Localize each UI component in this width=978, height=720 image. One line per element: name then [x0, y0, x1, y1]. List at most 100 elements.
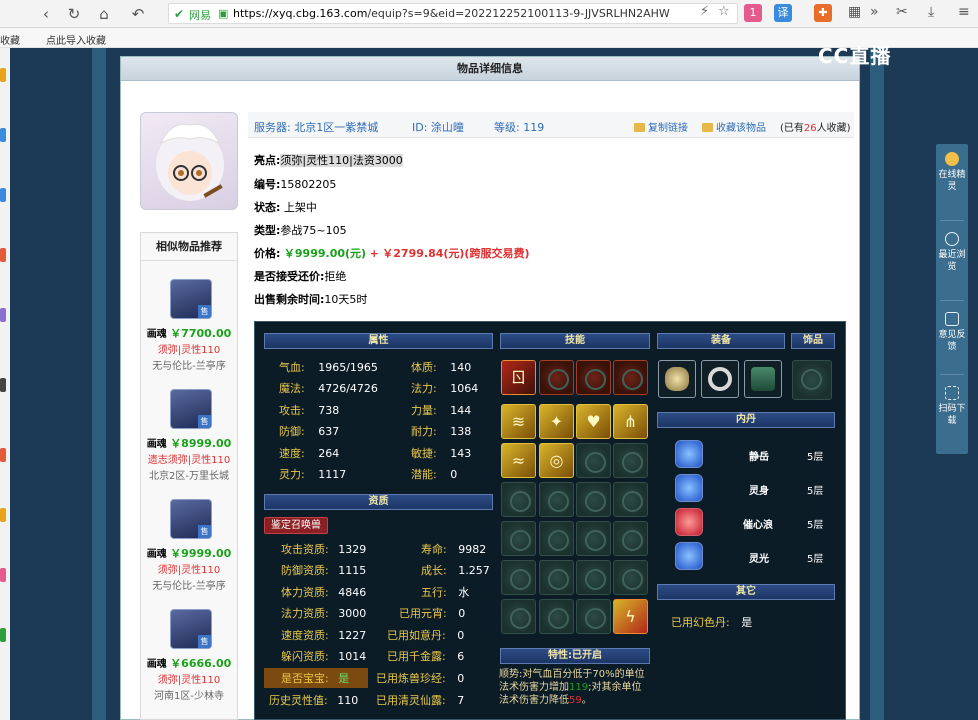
identify-summon-button[interactable]: 鉴定召唤兽: [264, 517, 328, 534]
edit-icon: [945, 312, 959, 326]
price-field: 价格: ￥9999.00(元) + ￥2799.84(元)(跨服交易费): [254, 247, 530, 260]
equipment-ring-slot[interactable]: [701, 360, 739, 398]
empty-skill-slot[interactable]: [501, 599, 536, 634]
skill-slot[interactable]: ✦: [539, 404, 574, 439]
bookmark-import[interactable]: 点此导入收藏: [46, 32, 106, 47]
ornament-slot[interactable]: [792, 360, 832, 400]
download-icon[interactable]: ⤓: [928, 4, 934, 20]
equipment-armor-slot[interactable]: [744, 360, 782, 398]
similar-item-server: 无与伦比-兰亭序: [152, 581, 226, 592]
favorite-count: (已有26人收藏): [780, 123, 851, 134]
aptitude-row: 已用如意丹: 0: [387, 629, 465, 642]
empty-skill-slot[interactable]: [576, 360, 611, 395]
lightning-icon[interactable]: ⚡: [700, 4, 709, 19]
menu-icon[interactable]: ≡: [958, 4, 970, 20]
similar-item-thumb[interactable]: 售: [170, 609, 212, 649]
id-info: ID: 涂山曈: [412, 121, 464, 134]
qr-scan-icon: [945, 386, 959, 400]
inner-core-icon[interactable]: [675, 474, 703, 502]
similar-item-tags: 须弥|灵性110: [157, 675, 221, 686]
empty-skill-slot[interactable]: [613, 360, 648, 395]
empty-skill-slot[interactable]: [539, 360, 574, 395]
copy-link-button[interactable]: 复制链接: [634, 119, 688, 134]
inner-core-icon[interactable]: [675, 440, 703, 468]
extension-badge-icon[interactable]: 1: [744, 4, 762, 22]
home-icon[interactable]: ⌂: [94, 4, 114, 24]
skill-slot[interactable]: ♥: [576, 404, 611, 439]
folder-icon: [702, 123, 713, 132]
clock-icon: [945, 232, 959, 246]
skill-slot[interactable]: ◎: [539, 443, 574, 478]
scissors-icon[interactable]: ✂: [896, 4, 908, 20]
equipment-collar-slot[interactable]: [658, 360, 696, 398]
inner-core-level: 5层: [807, 486, 824, 497]
attributes-header: 属性: [264, 333, 493, 349]
empty-skill-slot[interactable]: [576, 482, 611, 517]
translate-icon[interactable]: 译: [774, 4, 792, 22]
empty-skill-slot[interactable]: [539, 599, 574, 634]
empty-skill-slot[interactable]: [613, 521, 648, 556]
skill-slot[interactable]: ㄖ: [501, 360, 536, 395]
empty-skill-slot[interactable]: [501, 482, 536, 517]
empty-skill-slot[interactable]: [576, 521, 611, 556]
status-field: 状态: 上架中: [254, 201, 317, 214]
skill-slot[interactable]: ⋔: [613, 404, 648, 439]
similar-item-thumb[interactable]: 售: [170, 279, 212, 319]
skill-slot[interactable]: ≋: [501, 404, 536, 439]
similar-item-tags: 遗志须弥|灵性110: [147, 455, 231, 466]
empty-skill-slot[interactable]: [613, 560, 648, 595]
recent-browse-button[interactable]: 最近浏览: [936, 232, 968, 273]
empty-skill-slot[interactable]: [576, 599, 611, 634]
empty-skill-slot[interactable]: [501, 521, 536, 556]
similar-item-tags: 须弥|灵性110: [157, 565, 221, 576]
back-icon[interactable]: ‹: [36, 4, 56, 24]
attr-row: 气血: 1965/1965: [279, 361, 378, 374]
empty-skill-slot[interactable]: [613, 443, 648, 478]
attr-row: 速度: 264: [279, 447, 340, 460]
special-skill-slot[interactable]: ϟ: [613, 599, 648, 634]
feedback-button[interactable]: 意见反馈: [936, 312, 968, 353]
inner-core-name: 灵光: [749, 554, 769, 565]
scan-download-button[interactable]: 扫码下载: [936, 386, 968, 427]
online-assistant-button[interactable]: 在线精灵: [936, 152, 968, 193]
similar-item-server: 北京2区-万里长城: [149, 471, 229, 482]
empty-skill-slot[interactable]: [539, 560, 574, 595]
empty-skill-slot[interactable]: [539, 482, 574, 517]
empty-skill-slot[interactable]: [613, 482, 648, 517]
inner-core-icon[interactable]: [675, 508, 703, 536]
attr-row: 潜能: 0: [411, 468, 458, 481]
favorite-button[interactable]: 收藏该物品: [702, 119, 766, 134]
attr-row: 魔法: 4726/4726: [279, 382, 378, 395]
game-icon[interactable]: ✚: [814, 4, 832, 22]
folder-icon: [634, 123, 645, 132]
bookmark-favorites[interactable]: 收藏: [0, 32, 20, 47]
other-row: 已用幻色丹: 是: [671, 616, 753, 629]
url-text[interactable]: https://xyq.cbg.163.com/equip?s=9&eid=20…: [233, 7, 670, 20]
similar-item-thumb[interactable]: 售: [170, 499, 212, 539]
undo-icon[interactable]: ↶: [128, 4, 148, 24]
reload-icon[interactable]: ↻: [64, 4, 84, 24]
similar-item-price[interactable]: 画魂 ￥9999.00: [141, 545, 237, 561]
similar-item-price[interactable]: 画魂 ￥6666.00: [141, 655, 237, 671]
feature-description: 顺势:对气血百分低于70%的单位法术伤害力增加119;对其余单位法术伤害力降低5…: [499, 669, 645, 706]
similar-item-thumb[interactable]: 售: [170, 389, 212, 429]
empty-skill-slot[interactable]: [501, 560, 536, 595]
star-icon[interactable]: ☆: [718, 4, 730, 19]
attr-row: 力量: 144: [411, 404, 472, 417]
aptitude-row: 攻击资质: 1329: [281, 543, 367, 556]
similar-item-price[interactable]: 画魂 ￥7700.00: [141, 325, 237, 341]
empty-skill-slot[interactable]: [576, 443, 611, 478]
address-bar[interactable]: ✔ 网易 ▣ https://xyq.cbg.163.com/equip?s=9…: [168, 3, 738, 24]
equipment-header: 装备: [657, 333, 785, 349]
more-icon[interactable]: »: [870, 4, 879, 20]
aptitude-row: 已用千金露: 6: [387, 650, 465, 663]
empty-skill-slot[interactable]: [576, 560, 611, 595]
skill-slot[interactable]: ≈: [501, 443, 536, 478]
similar-item-price[interactable]: 画魂 ￥8999.00: [141, 435, 237, 451]
attr-row: 敏捷: 143: [411, 447, 472, 460]
lock-icon: ▣: [218, 7, 229, 20]
empty-skill-slot[interactable]: [539, 521, 574, 556]
apps-grid-icon[interactable]: ▦: [848, 4, 861, 20]
inner-core-icon[interactable]: [675, 542, 703, 570]
panel-title: 物品详细信息: [121, 57, 859, 81]
